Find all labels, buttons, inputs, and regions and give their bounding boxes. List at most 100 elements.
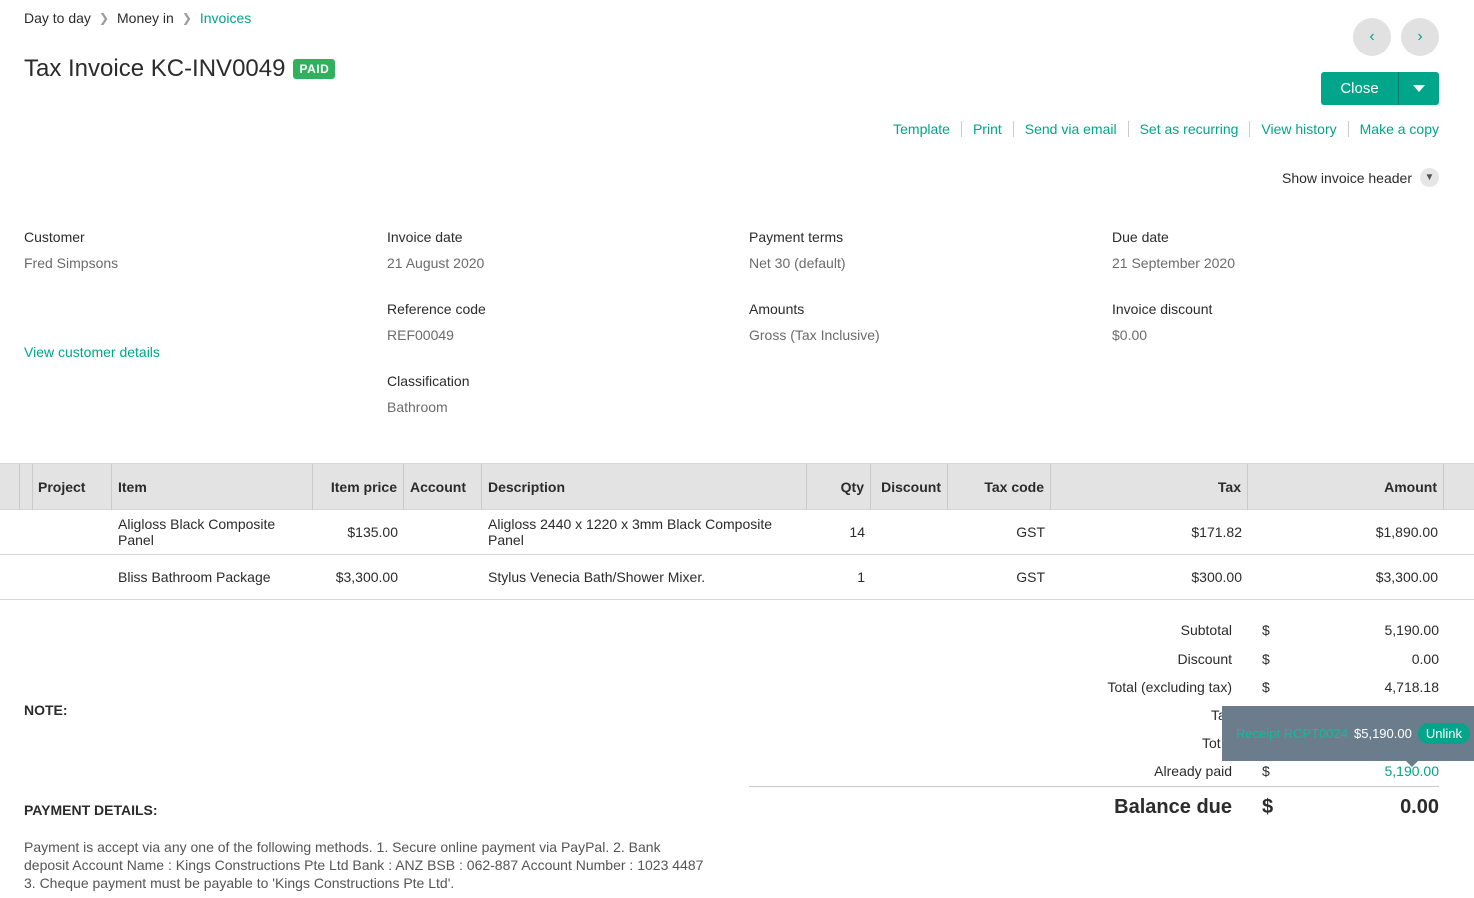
- set-as-recurring-link[interactable]: Set as recurring: [1127, 121, 1250, 137]
- table-row[interactable]: Bliss Bathroom Package $3,300.00 Stylus …: [0, 555, 1474, 600]
- payment-terms-value: Net 30 (default): [749, 255, 846, 271]
- print-link[interactable]: Print: [960, 121, 1013, 137]
- cell-description[interactable]: Stylus Venecia Bath/Shower Mixer.: [482, 555, 807, 599]
- note-label: NOTE:: [24, 702, 68, 718]
- cell-amount[interactable]: $1,890.00: [1248, 510, 1444, 554]
- receipt-link[interactable]: Receipt RCPT0024: [1236, 726, 1348, 741]
- cell-item-price[interactable]: $135.00: [313, 510, 404, 554]
- amounts-label: Amounts: [749, 301, 805, 317]
- invoice-discount-field: Invoice discount $0.00: [1112, 301, 1212, 343]
- col-account: Account: [404, 464, 482, 510]
- balance-due-currency: $: [1262, 796, 1274, 818]
- col-discount: Discount: [871, 464, 948, 510]
- cell-description[interactable]: Aligloss 2440 x 1220 x 3mm Black Composi…: [482, 510, 807, 554]
- invoice-discount-label: Invoice discount: [1112, 301, 1213, 317]
- customer-label: Customer: [24, 229, 85, 245]
- due-date-field: Due date 21 September 2020: [1112, 229, 1235, 271]
- discount-label: Discount: [1177, 651, 1232, 667]
- close-split-button: Close: [1321, 72, 1439, 105]
- show-invoice-header-toggle[interactable]: Show invoice header ▼: [1282, 168, 1439, 187]
- total-ex-tax-value: 4,718.18: [1384, 679, 1440, 695]
- balance-due-label: Balance due: [1114, 796, 1232, 818]
- cell-qty[interactable]: 1: [807, 555, 871, 599]
- discount-currency: $: [1262, 651, 1270, 667]
- classification-label: Classification: [387, 373, 470, 389]
- total-label: Tot: [1202, 735, 1221, 751]
- breadcrumb-invoices[interactable]: Invoices: [200, 10, 251, 26]
- col-tax-code: Tax code: [948, 464, 1051, 510]
- col-project: Project: [32, 464, 112, 510]
- cell-tax: $300.00: [1191, 569, 1242, 585]
- view-history-link[interactable]: View history: [1249, 121, 1347, 137]
- reference-code-label: Reference code: [387, 301, 486, 317]
- col-description: Description: [482, 464, 807, 510]
- cell-item[interactable]: Aligloss Black Composite Panel: [112, 510, 313, 554]
- make-a-copy-link[interactable]: Make a copy: [1347, 121, 1439, 137]
- subtotal-currency: $: [1262, 622, 1270, 638]
- close-button[interactable]: Close: [1321, 72, 1398, 105]
- receipt-amount: $5,190.00: [1354, 726, 1412, 741]
- send-via-email-link[interactable]: Send via email: [1012, 121, 1128, 137]
- invoice-discount-value: $0.00: [1112, 327, 1148, 343]
- breadcrumb-day-to-day[interactable]: Day to day: [24, 10, 91, 26]
- cell-item[interactable]: Bliss Bathroom Package: [112, 555, 313, 599]
- unlink-button[interactable]: Unlink: [1417, 723, 1470, 744]
- breadcrumb-money-in[interactable]: Money in: [117, 10, 174, 26]
- col-item-price: Item price: [313, 464, 404, 510]
- invoice-date-field: Invoice date 21 August 2020: [387, 229, 484, 271]
- close-dropdown-button[interactable]: [1398, 72, 1439, 105]
- cell-item-price[interactable]: $3,300.00: [313, 555, 404, 599]
- customer-field: Customer Fred Simpsons: [24, 229, 118, 271]
- totals-divider: [749, 786, 1439, 787]
- col-amount: Amount: [1248, 464, 1444, 510]
- cell-tax: $171.82: [1191, 524, 1242, 540]
- previous-invoice-button[interactable]: ‹: [1353, 18, 1391, 56]
- payment-terms-field: Payment terms Net 30 (default): [749, 229, 846, 271]
- subtotal-label: Subtotal: [1180, 622, 1232, 638]
- already-paid-label: Already paid: [1154, 763, 1232, 779]
- cell-tax-code[interactable]: GST: [948, 510, 1051, 554]
- view-customer-details-link[interactable]: View customer details: [24, 344, 160, 360]
- chevron-down-icon: ▼: [1420, 168, 1439, 187]
- cell-tax-code[interactable]: GST: [948, 555, 1051, 599]
- chevron-right-icon: ›: [1417, 28, 1423, 45]
- invoice-date-label: Invoice date: [387, 229, 463, 245]
- breadcrumb: Day to day ❯ Money in ❯ Invoices: [24, 10, 251, 26]
- table-header: Project Item Item price Account Descript…: [0, 463, 1474, 510]
- chevron-right-icon: ❯: [181, 11, 192, 25]
- due-date-label: Due date: [1112, 229, 1169, 245]
- chevron-right-icon: ❯: [98, 11, 109, 25]
- col-tax: Tax: [1051, 464, 1248, 510]
- invoice-date-value: 21 August 2020: [387, 255, 485, 271]
- cell-amount[interactable]: $3,300.00: [1248, 555, 1444, 599]
- chevron-left-icon: ‹: [1369, 28, 1375, 45]
- next-invoice-button[interactable]: ›: [1401, 18, 1439, 56]
- due-date-value: 21 September 2020: [1112, 255, 1235, 271]
- col-qty: Qty: [807, 464, 871, 510]
- template-link[interactable]: Template: [882, 121, 961, 137]
- classification-value: Bathroom: [387, 399, 448, 415]
- col-item: Item: [112, 464, 313, 510]
- receipt-tooltip: Receipt RCPT0024 $5,190.00 Unlink: [1222, 706, 1474, 761]
- already-paid-currency: $: [1262, 763, 1270, 779]
- caret-down-icon: [1413, 85, 1425, 92]
- total-ex-tax-currency: $: [1262, 679, 1270, 695]
- subtotal-value: 5,190.00: [1384, 622, 1440, 638]
- show-invoice-header-label: Show invoice header: [1282, 169, 1412, 186]
- page-title-group: Tax Invoice KC-INV0049 PAID: [24, 55, 336, 83]
- tooltip-arrow: [1405, 760, 1419, 767]
- payment-details-label: PAYMENT DETAILS:: [24, 802, 158, 818]
- status-badge: PAID: [293, 59, 336, 79]
- payment-terms-label: Payment terms: [749, 229, 844, 245]
- drag-handle-header: [0, 464, 20, 510]
- customer-value: Fred Simpsons: [24, 255, 119, 271]
- reference-code-field: Reference code REF00049: [387, 301, 486, 343]
- discount-value: 0.00: [1411, 651, 1439, 667]
- payment-details-text: Payment is accept via any one of the fol…: [24, 839, 704, 891]
- invoice-actions: Template Print Send via email Set as rec…: [882, 121, 1439, 137]
- table-row[interactable]: Aligloss Black Composite Panel $135.00 A…: [0, 510, 1474, 555]
- reference-code-value: REF00049: [387, 327, 454, 343]
- balance-due-value: 0.00: [1400, 796, 1439, 818]
- amounts-value: Gross (Tax Inclusive): [749, 327, 880, 343]
- cell-qty[interactable]: 14: [807, 510, 871, 554]
